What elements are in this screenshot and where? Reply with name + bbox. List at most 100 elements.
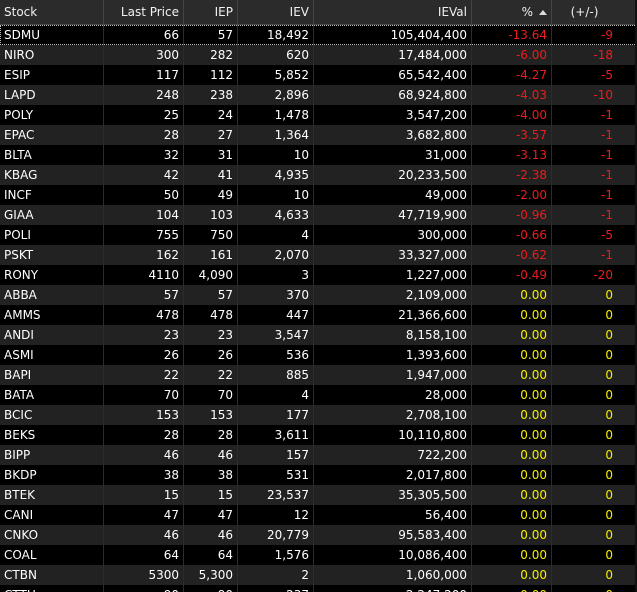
cell-iev: 885 [238, 365, 314, 385]
table-row[interactable]: SDMU 66 57 18,492 105,404,400 -13.64 -9 [0, 25, 637, 45]
cell-last-price: 46 [104, 525, 184, 545]
cell-change: 0 [552, 585, 617, 592]
cell-ieval: 28,000 [314, 385, 472, 405]
cell-last-price: 15 [104, 485, 184, 505]
col-header-ieval[interactable]: IEVal [314, 0, 472, 24]
table-row[interactable]: COAL 64 64 1,576 10,086,400 0.00 0 [0, 545, 637, 565]
table-row[interactable]: BTEK 15 15 23,537 35,305,500 0.00 0 [0, 485, 637, 505]
cell-pct: 0.00 [472, 465, 552, 485]
cell-change: 0 [605, 288, 613, 302]
table-row[interactable]: CTBN 5300 5,300 2 1,060,000 0.00 0 [0, 565, 637, 585]
table-row[interactable]: ESIP 117 112 5,852 65,542,400 -4.27 -5 [0, 65, 637, 85]
cell-iev: 23,537 [238, 485, 314, 505]
table-row[interactable]: AMMS 478 478 447 21,366,600 0.00 0 [0, 305, 637, 325]
cell-ieval: 49,000 [314, 185, 472, 205]
table-row[interactable]: RONY 4110 4,090 3 1,227,000 -0.49 -20 [0, 265, 637, 285]
cell-ieval: 722,200 [314, 445, 472, 465]
cell-change: 0 [605, 388, 613, 402]
cell-pct: -13.64 [472, 25, 552, 45]
col-header-last-price[interactable]: Last Price [104, 0, 184, 24]
cell-last-price: 23 [104, 325, 184, 345]
cell-stock: BAPI [0, 365, 104, 385]
cell-stock: AMMS [0, 305, 104, 325]
cell-last-price: 248 [104, 85, 184, 105]
cell-iep: 238 [184, 85, 238, 105]
cell-stock: CNKO [0, 525, 104, 545]
cell-iev: 157 [238, 445, 314, 465]
cell-change: -18 [593, 48, 613, 62]
cell-iev: 3,547 [238, 325, 314, 345]
table-row[interactable]: BCIC 153 153 177 2,708,100 0.00 0 [0, 405, 637, 425]
col-header-label: IEP [214, 5, 233, 19]
table-row[interactable]: PSKT 162 161 2,070 33,327,000 -0.62 -1 [0, 245, 637, 265]
cell-ieval: 20,233,500 [314, 165, 472, 185]
col-header-stock[interactable]: Stock [0, 0, 104, 24]
cell-change: 0 [605, 448, 613, 462]
table-row[interactable]: CNKO 46 46 20,779 95,583,400 0.00 0 [0, 525, 637, 545]
table-row[interactable]: BATA 70 70 4 28,000 0.00 0 [0, 385, 637, 405]
cell-last-price: 4110 [104, 265, 184, 285]
cell-ieval: 33,327,000 [314, 245, 472, 265]
cell-iev: 2,070 [238, 245, 314, 265]
cell-last-price: 28 [104, 425, 184, 445]
cell-iev: 3,611 [238, 425, 314, 445]
cell-pct: 0.00 [472, 345, 552, 365]
cell-pct: -0.96 [472, 205, 552, 225]
cell-change: -1 [601, 208, 613, 222]
table-row[interactable]: ANDI 23 23 3,547 8,158,100 0.00 0 [0, 325, 637, 345]
cell-iev: 3 [238, 265, 314, 285]
col-header-label: % [521, 5, 533, 19]
table-row[interactable]: BIPP 46 46 157 722,200 0.00 0 [0, 445, 637, 465]
cell-stock: CTTH [0, 585, 104, 592]
cell-stock: BEKS [0, 425, 104, 445]
cell-ieval: 1,393,600 [314, 345, 472, 365]
col-header-iev[interactable]: IEV [238, 0, 314, 24]
cell-pct: -4.27 [472, 65, 552, 85]
cell-last-price: 70 [104, 385, 184, 405]
col-header-label: (+/-) [570, 5, 599, 19]
sort-ascending-icon [539, 9, 547, 15]
cell-iev: 2 [238, 565, 314, 585]
cell-pct: 0.00 [472, 425, 552, 445]
cell-iev: 370 [238, 285, 314, 305]
table-row[interactable]: EPAC 28 27 1,364 3,682,800 -3.57 -1 [0, 125, 637, 145]
table-row[interactable]: ABBA 57 57 370 2,109,000 0.00 0 [0, 285, 637, 305]
table-row[interactable]: KBAG 42 41 4,935 20,233,500 -2.38 -1 [0, 165, 637, 185]
col-header-label: Stock [4, 5, 38, 19]
cell-change: -1 [601, 168, 613, 182]
cell-pct: 0.00 [472, 565, 552, 585]
table-row[interactable]: BAPI 22 22 885 1,947,000 0.00 0 [0, 365, 637, 385]
table-row[interactable]: ASMI 26 26 536 1,393,600 0.00 0 [0, 345, 637, 365]
table-row[interactable]: NIRO 300 282 620 17,484,000 -6.00 -18 [0, 45, 637, 65]
cell-stock: PSKT [0, 245, 104, 265]
cell-iev: 10 [238, 185, 314, 205]
cell-change: -1 [601, 148, 613, 162]
cell-stock: BATA [0, 385, 104, 405]
cell-change: -5 [601, 68, 613, 82]
table-row[interactable]: BEKS 28 28 3,611 10,110,800 0.00 0 [0, 425, 637, 445]
col-header-change[interactable]: (+/-) [552, 0, 617, 24]
cell-iev: 20,779 [238, 525, 314, 545]
table-row[interactable]: GIAA 104 103 4,633 47,719,900 -0.96 -1 [0, 205, 637, 225]
cell-stock: BTEK [0, 485, 104, 505]
table-row[interactable]: POLY 25 24 1,478 3,547,200 -4.00 -1 [0, 105, 637, 125]
col-header-label: Last Price [120, 5, 179, 19]
cell-change: -9 [601, 28, 613, 42]
cell-last-price: 26 [104, 345, 184, 365]
table-row[interactable]: CANI 47 47 12 56,400 0.00 0 [0, 505, 637, 525]
table-row[interactable]: POLI 755 750 4 300,000 -0.66 -5 [0, 225, 637, 245]
cell-iep: 161 [184, 245, 238, 265]
col-header-iep[interactable]: IEP [184, 0, 238, 24]
cell-iev: 1,576 [238, 545, 314, 565]
table-row[interactable]: CTTH90902372,247,2000.000 [0, 585, 637, 592]
cell-pct: -3.13 [472, 145, 552, 165]
table-row[interactable]: INCF 50 49 10 49,000 -2.00 -1 [0, 185, 637, 205]
table-row[interactable]: LAPD 248 238 2,896 68,924,800 -4.03 -10 [0, 85, 637, 105]
cell-iep: 112 [184, 65, 238, 85]
table-row[interactable]: BLTA 32 31 10 31,000 -3.13 -1 [0, 145, 637, 165]
cell-stock: BIPP [0, 445, 104, 465]
cell-pct: -2.00 [472, 185, 552, 205]
col-header-pct[interactable]: % [472, 0, 552, 24]
table-row[interactable]: BKDP 38 38 531 2,017,800 0.00 0 [0, 465, 637, 485]
cell-last-price: 50 [104, 185, 184, 205]
